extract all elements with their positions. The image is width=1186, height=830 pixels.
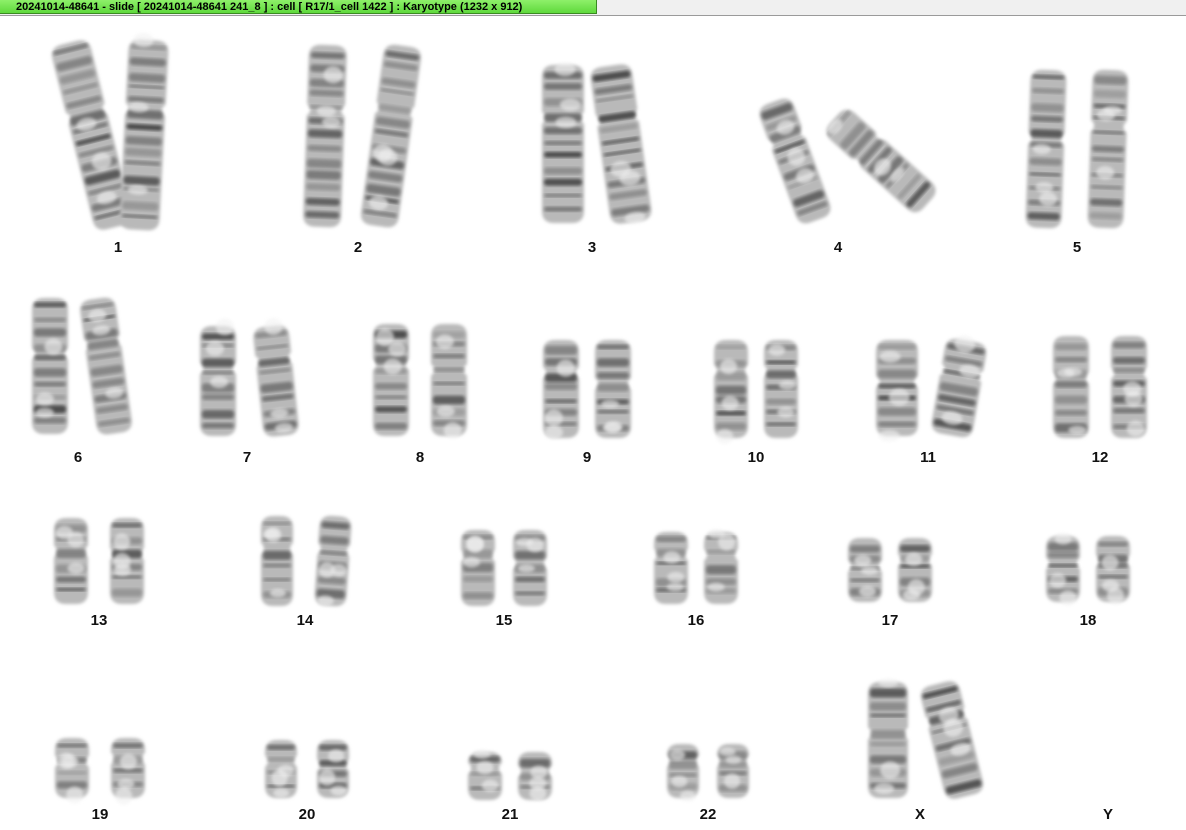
window-title: 20241014-48641 - slide [ 20241014-48641 … <box>16 1 523 13</box>
karyotype-canvas: 1 2 3 4 5 6 7 8 9 10 11 12 13 14 15 16 17 18 19 20 21 22 X Y <box>0 16 1186 830</box>
chromatid-chrX-b[interactable] <box>919 679 986 801</box>
active-window-tab[interactable]: 20241014-48641 - slide [ 20241014-48641 … <box>0 0 597 14</box>
chromosome-label-chrY: Y <box>1102 806 1113 823</box>
window-titlebar: 20241014-48641 - slide [ 20241014-48641 … <box>0 0 1186 16</box>
chrX-homologs <box>868 678 986 801</box>
chromatid-chrX-a[interactable] <box>868 678 908 798</box>
chromosome-label-chrX: X <box>914 806 925 823</box>
